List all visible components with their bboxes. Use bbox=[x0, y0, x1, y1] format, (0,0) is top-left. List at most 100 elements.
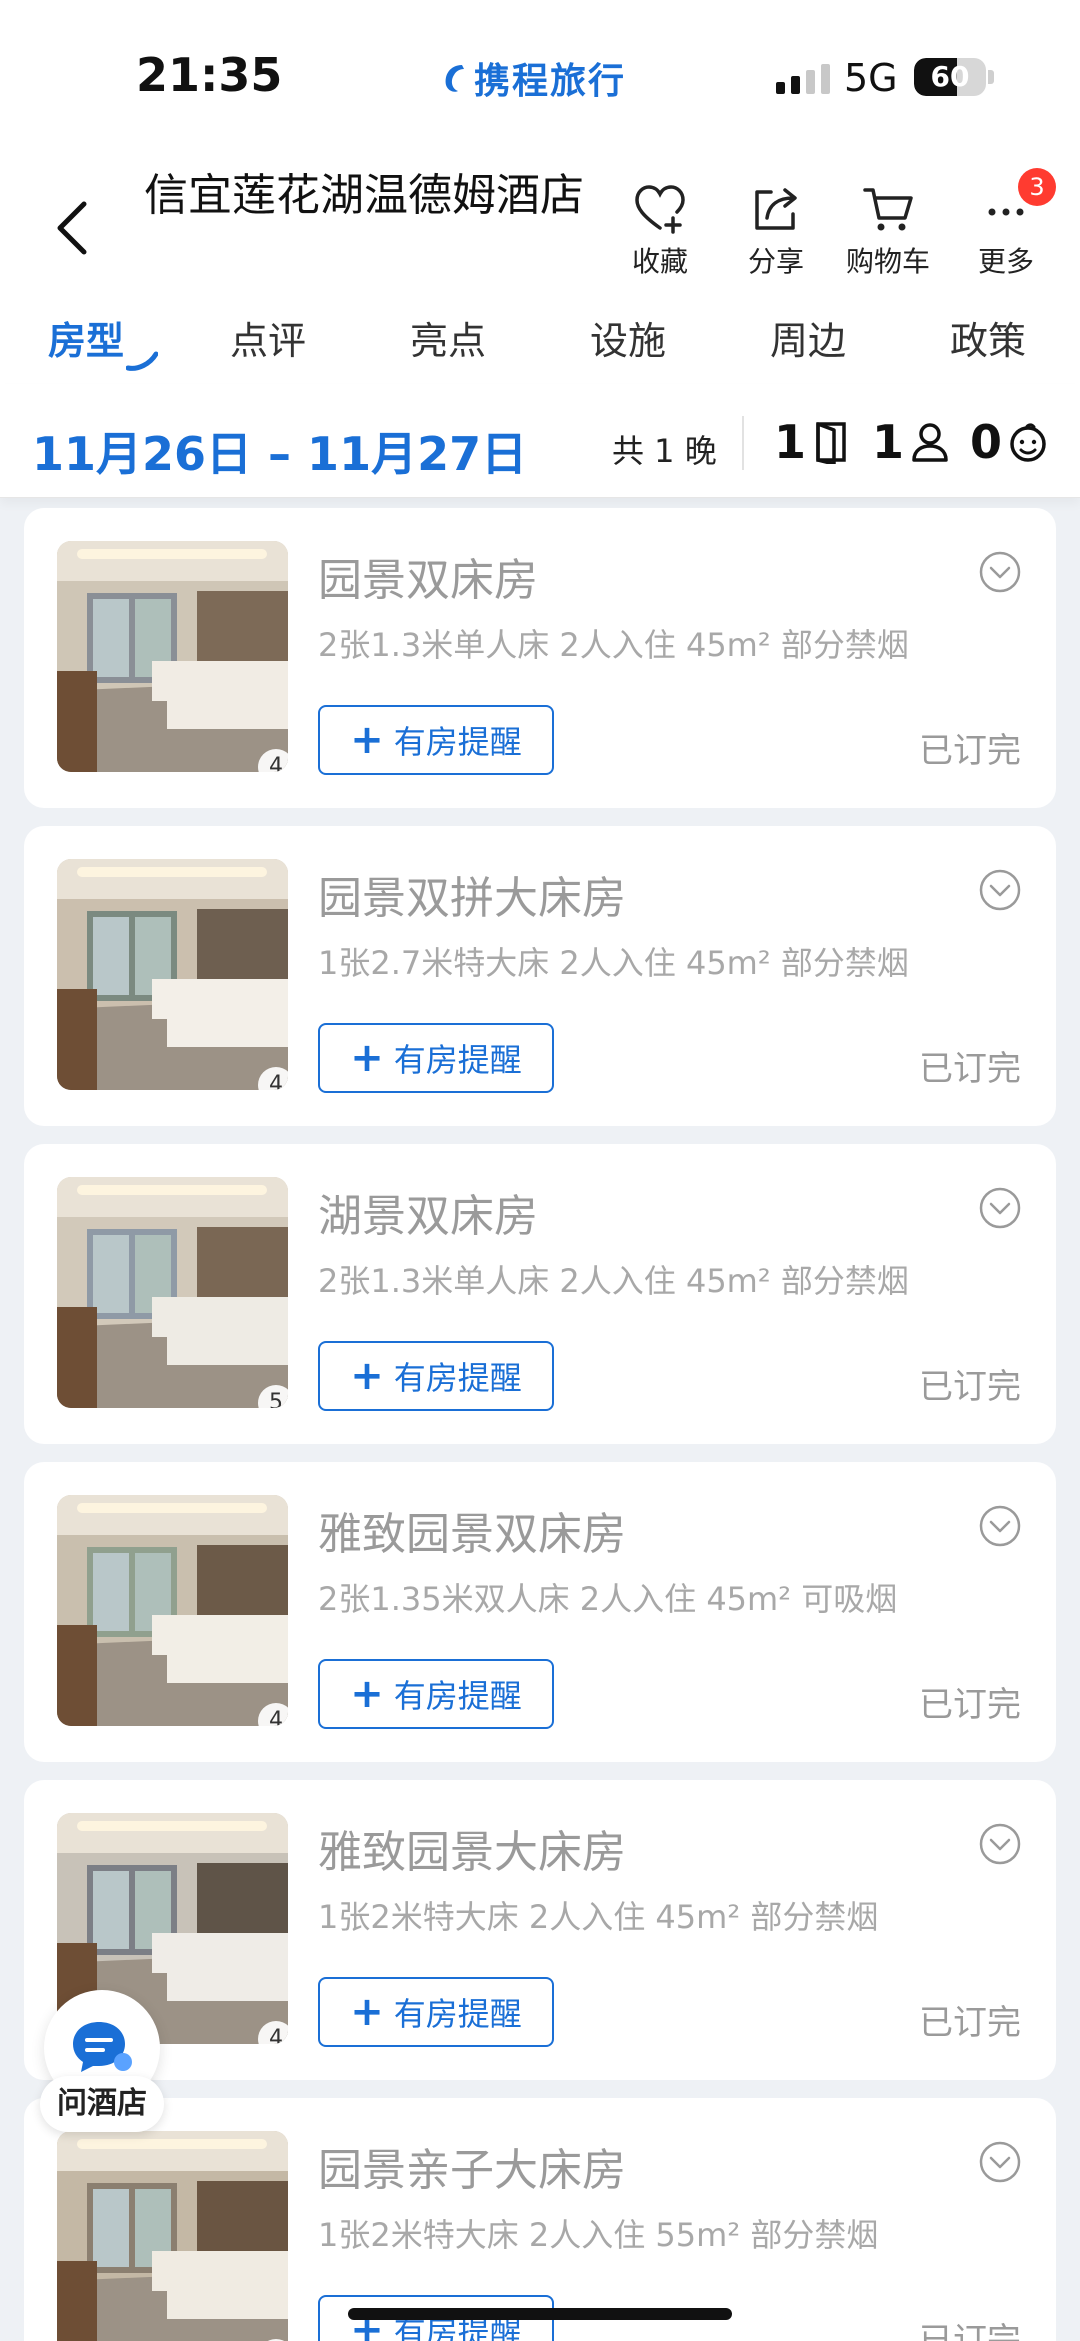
more-label: 更多 bbox=[977, 245, 1034, 278]
availability-alert-button[interactable]: + 有房提醒 bbox=[318, 1659, 554, 1729]
status-bar: 21:35 携程旅行 5G 60 bbox=[0, 0, 1080, 150]
room-card[interactable]: 4 雅致园景双床房 2张1.35米双人床 2人入住 45m² 可吸烟 + 有房提… bbox=[24, 1462, 1056, 1762]
sold-out-status: 已订完 bbox=[919, 1367, 1021, 1407]
tab-nearby[interactable]: 周边 bbox=[770, 310, 846, 365]
cart-icon bbox=[863, 188, 913, 231]
room-info: 1张2.7米特大床 2人入住 45m² 部分禁烟 bbox=[318, 944, 909, 982]
chevron-down-icon[interactable] bbox=[978, 1822, 1022, 1866]
tab-policies[interactable]: 政策 bbox=[950, 310, 1026, 365]
room-name: 湖景双床房 bbox=[318, 1191, 538, 1242]
room-info: 2张1.3米单人床 2人入住 45m² 部分禁烟 bbox=[318, 1262, 909, 1300]
person-icon bbox=[912, 423, 948, 462]
child-face-icon bbox=[1010, 423, 1046, 462]
battery-icon: 60 bbox=[914, 58, 986, 96]
cart-button[interactable]: 购物车 bbox=[838, 182, 938, 280]
availability-alert-label: 有房提醒 bbox=[393, 1677, 522, 1715]
tab-facilities[interactable]: 设施 bbox=[590, 310, 666, 365]
night-count: 共 1 晚 bbox=[612, 432, 717, 470]
room-card[interactable]: 4 园景双拼大床房 1张2.7米特大床 2人入住 45m² 部分禁烟 + 有房提… bbox=[24, 826, 1056, 1126]
home-indicator[interactable] bbox=[348, 2308, 732, 2320]
availability-alert-button[interactable]: + 有房提醒 bbox=[318, 1977, 554, 2047]
room-photo[interactable]: 6 bbox=[57, 2131, 288, 2341]
sold-out-status: 已订完 bbox=[919, 1049, 1021, 1089]
battery-percent: 60 bbox=[930, 60, 970, 93]
hotel-title: 信宜莲花湖温德姆酒店 bbox=[144, 170, 584, 221]
plus-icon: + bbox=[350, 1353, 384, 1399]
plus-icon: + bbox=[350, 717, 384, 763]
availability-alert-label: 有房提醒 bbox=[393, 1995, 522, 2033]
favorite-label: 收藏 bbox=[631, 245, 688, 278]
guest-selector[interactable]: 1 1 0 bbox=[774, 414, 1048, 470]
availability-alert-label: 有房提醒 bbox=[393, 1359, 522, 1397]
availability-alert-button[interactable]: + 有房提醒 bbox=[318, 1023, 554, 1093]
room-photo-illustration bbox=[57, 541, 288, 772]
share-label: 分享 bbox=[747, 245, 804, 278]
plus-icon: + bbox=[350, 1671, 384, 1717]
divider bbox=[742, 416, 744, 470]
section-tabs: 房型 点评 亮点 设施 周边 政策 bbox=[0, 300, 1080, 384]
dolphin-logo-icon bbox=[445, 65, 464, 92]
room-name: 园景双床房 bbox=[318, 555, 538, 606]
adult-count: 1 bbox=[872, 415, 905, 469]
back-arrow-icon[interactable] bbox=[48, 198, 96, 258]
availability-alert-button[interactable]: + 有房提醒 bbox=[318, 1341, 554, 1411]
tab-highlights[interactable]: 亮点 bbox=[410, 310, 486, 365]
date-selector-bar: 11月26日 – 11月27日 共 1 晚 1 1 0 bbox=[0, 384, 1080, 498]
active-tab-indicator bbox=[126, 351, 158, 371]
favorite-button[interactable]: 收藏 bbox=[610, 182, 710, 280]
room-name: 园景双拼大床房 bbox=[318, 873, 626, 924]
stay-dates[interactable]: 11月26日 – 11月27日 bbox=[32, 418, 527, 484]
cart-label: 购物车 bbox=[845, 245, 930, 278]
more-button[interactable]: 更多 3 bbox=[956, 168, 1056, 280]
room-photo[interactable]: 4 bbox=[57, 859, 288, 1090]
plus-icon: + bbox=[350, 1035, 384, 1081]
room-photo-illustration bbox=[57, 1177, 288, 1408]
room-card[interactable]: 4 雅致园景大床房 1张2米特大床 2人入住 45m² 部分禁烟 + 有房提醒 … bbox=[24, 1780, 1056, 2080]
share-button[interactable]: 分享 bbox=[726, 182, 826, 280]
tab-room-types[interactable]: 房型 bbox=[48, 310, 124, 365]
chevron-down-icon[interactable] bbox=[978, 550, 1022, 594]
availability-alert-button[interactable]: + 有房提醒 bbox=[318, 705, 554, 775]
room-photo[interactable]: 4 bbox=[57, 1495, 288, 1726]
share-icon bbox=[755, 188, 797, 230]
room-card[interactable]: 5 湖景双床房 2张1.3米单人床 2人入住 45m² 部分禁烟 + 有房提醒 … bbox=[24, 1144, 1056, 1444]
hotel-header: 信宜莲花湖温德姆酒店 收藏 分享 购物车 更多 3 bbox=[0, 150, 1080, 300]
chevron-down-icon[interactable] bbox=[978, 868, 1022, 912]
plus-icon: + bbox=[350, 1989, 384, 2035]
room-info: 2张1.35米双人床 2人入住 45m² 可吸烟 bbox=[318, 1580, 898, 1618]
heart-plus-icon bbox=[635, 185, 685, 234]
room-photo[interactable]: 4 bbox=[57, 541, 288, 772]
tab-reviews[interactable]: 点评 bbox=[230, 310, 306, 365]
room-photo-illustration bbox=[57, 1495, 288, 1726]
room-count: 1 bbox=[774, 415, 807, 469]
availability-alert-label: 有房提醒 bbox=[393, 1041, 522, 1079]
room-info: 1张2米特大床 2人入住 55m² 部分禁烟 bbox=[318, 2216, 879, 2254]
signal-icon bbox=[776, 64, 830, 94]
door-icon bbox=[816, 422, 846, 464]
status-time: 21:35 bbox=[136, 48, 283, 102]
room-card[interactable]: 4 园景双床房 2张1.3米单人床 2人入住 45m² 部分禁烟 + 有房提醒 … bbox=[24, 508, 1056, 808]
sold-out-status: 已订完 bbox=[919, 731, 1021, 771]
chat-bubble-icon bbox=[73, 2022, 132, 2072]
room-name: 雅致园景大床房 bbox=[318, 1827, 626, 1878]
sold-out-status: 已订完 bbox=[919, 2321, 1021, 2341]
sold-out-status: 已订完 bbox=[919, 1685, 1021, 1725]
room-photo-illustration bbox=[57, 859, 288, 1090]
room-info: 1张2米特大床 2人入住 45m² 部分禁烟 bbox=[318, 1898, 879, 1936]
child-count: 0 bbox=[970, 415, 1003, 469]
room-name: 雅致园景双床房 bbox=[318, 1509, 626, 1560]
chevron-down-icon[interactable] bbox=[978, 2140, 1022, 2184]
availability-alert-label: 有房提醒 bbox=[393, 723, 522, 761]
sold-out-status: 已订完 bbox=[919, 2003, 1021, 2043]
room-card[interactable]: 6 园景亲子大床房 1张2米特大床 2人入住 55m² 部分禁烟 + 有房提醒 … bbox=[24, 2098, 1056, 2341]
brand-logo: 携程旅行 bbox=[440, 52, 626, 104]
room-photo-illustration bbox=[57, 2131, 288, 2341]
room-photo[interactable]: 5 bbox=[57, 1177, 288, 1408]
network-type: 5G bbox=[844, 56, 898, 100]
room-name: 园景亲子大床房 bbox=[318, 2145, 626, 2196]
room-info: 2张1.3米单人床 2人入住 45m² 部分禁烟 bbox=[318, 626, 909, 664]
chevron-down-icon[interactable] bbox=[978, 1186, 1022, 1230]
chevron-down-icon[interactable] bbox=[978, 1504, 1022, 1548]
ask-hotel-label: 问酒店 bbox=[40, 2076, 164, 2132]
ask-hotel-button[interactable]: 问酒店 bbox=[40, 1990, 164, 2132]
